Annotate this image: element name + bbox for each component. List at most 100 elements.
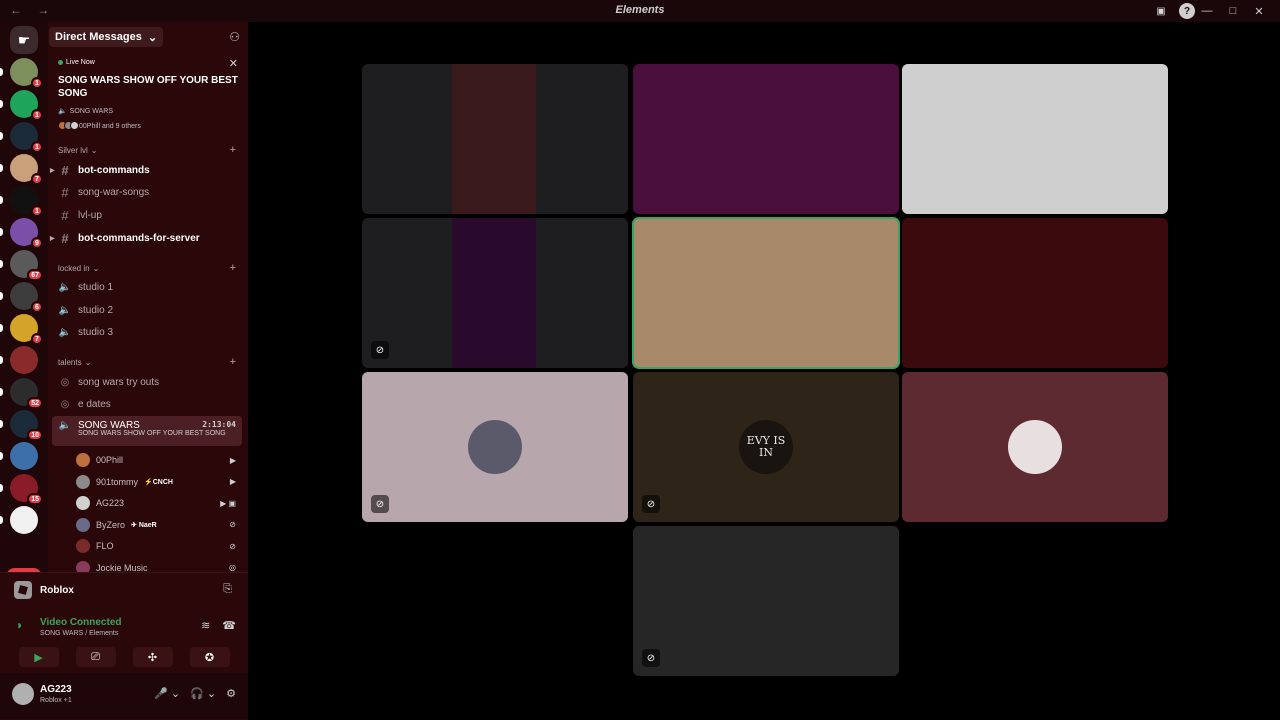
voice-status-icon: ▶	[229, 455, 236, 465]
add-channel-icon[interactable]: +	[230, 262, 236, 274]
speaker-icon: 🔈	[58, 326, 72, 338]
add-channel-icon[interactable]: +	[230, 356, 236, 368]
channel-e-dates[interactable]: ◎ e dates	[52, 394, 242, 414]
server-icon[interactable]: 1	[0, 90, 43, 121]
server-icon[interactable]	[0, 506, 38, 534]
channel-studio-2[interactable]: 🔈 studio 2	[52, 300, 242, 320]
video-feed	[452, 64, 536, 214]
live-dot-icon	[58, 60, 63, 65]
add-channel-icon[interactable]: +	[230, 144, 236, 156]
hash-icon: #	[61, 162, 69, 178]
server-icon[interactable]: 1	[0, 58, 43, 89]
speaker-icon: 🔈	[58, 304, 72, 316]
tile-8[interactable]: EVY IS IN ⊘	[633, 372, 899, 522]
channel-song-wars-try-outs[interactable]: ◎ song wars try outs	[52, 372, 242, 392]
tile-6[interactable]	[902, 218, 1168, 368]
category-talents[interactable]: talents ⌄	[58, 358, 91, 367]
activity-roblox[interactable]: Roblox	[14, 581, 74, 599]
server-icon[interactable]: 15	[0, 474, 43, 505]
unread-badge: 1	[31, 77, 43, 89]
user-tag: ✈ NaeR	[131, 521, 157, 529]
close-button[interactable]: ✕	[1246, 2, 1272, 20]
category-locked-in[interactable]: locked in ⌄	[58, 264, 99, 273]
server-icon[interactable]: 6	[0, 282, 43, 313]
channel-bot-commands[interactable]: ▶ # bot-commands	[50, 160, 242, 180]
channel-song-wars[interactable]: 🔈 SONG WARS SONG WARS SHOW OFF YOUR BEST …	[52, 416, 242, 446]
user-name[interactable]: AG223	[40, 684, 72, 695]
channel-studio-3[interactable]: 🔈 studio 3	[52, 322, 242, 342]
voice-user-name: FLO	[96, 541, 114, 551]
voice-user[interactable]: 00Phill ▶	[76, 451, 236, 469]
avatar	[76, 517, 90, 532]
screen-share-icon[interactable]: ⎘	[223, 583, 232, 596]
unread-badge: 52	[27, 397, 43, 409]
channel-bot-commands-for-server[interactable]: ▶ # bot-commands-for-server	[50, 228, 242, 248]
tile-1[interactable]	[362, 64, 628, 214]
muted-mic-icon: ⊘	[371, 341, 389, 359]
settings-gear-icon[interactable]: ⚙	[226, 687, 236, 700]
server-icon[interactable]	[0, 346, 38, 374]
server-icon[interactable]: 7	[0, 314, 43, 345]
inbox-icon[interactable]: ▣	[1153, 3, 1169, 19]
server-icon[interactable]: 9	[0, 218, 43, 249]
stream-title: SONG WARS SHOW OFF YOUR BEST SONG	[78, 430, 226, 437]
tile-2[interactable]	[633, 64, 899, 214]
hash-icon: #	[61, 230, 69, 246]
help-icon[interactable]: ?	[1179, 3, 1195, 19]
microphone-icon[interactable]: 🎤 ⌄	[154, 687, 180, 700]
channel-song-war-songs[interactable]: # song-war-songs	[52, 182, 242, 202]
category-silver[interactable]: Silver lvl ⌄	[58, 146, 97, 155]
tile-3[interactable]	[902, 64, 1168, 214]
dm-home-button[interactable]: ☛	[10, 26, 38, 54]
voice-status-icon: ▶	[229, 477, 236, 486]
direct-messages-button[interactable]: Direct Messages ⌄	[49, 27, 164, 47]
noise-suppression-icon[interactable]: ≋	[201, 619, 210, 632]
minimize-button[interactable]: —	[1194, 2, 1220, 20]
muted-mic-icon: ⊘	[642, 495, 660, 513]
speaker-icon: 🔈	[58, 420, 72, 431]
headphones-icon[interactable]: 🎧 ⌄	[190, 687, 216, 700]
user-panel: Roblox ⎘ ◗ Video Connected SONG WARS / E…	[0, 572, 248, 720]
tile-9[interactable]	[902, 372, 1168, 522]
voice-user[interactable]: Jockie Music ◎	[76, 559, 236, 572]
avatar[interactable]	[12, 683, 34, 705]
screen-share-button[interactable]: ⎚	[75, 647, 116, 667]
hash-icon: #	[61, 184, 69, 200]
live-now-card[interactable]: Live Now ✕ SONG WARS SHOW OFF YOUR BEST …	[48, 54, 248, 134]
server-icon[interactable]: 1	[0, 186, 43, 217]
server-icon[interactable]: 1	[0, 122, 43, 153]
roblox-icon	[14, 581, 32, 599]
server-icon[interactable]	[0, 442, 38, 470]
channel-studio-1[interactable]: 🔈 studio 1	[52, 277, 242, 297]
tile-4[interactable]: ⊘	[362, 218, 628, 368]
voice-user[interactable]: 901tommy ⚡CNCH ▶	[76, 473, 236, 491]
camera-button[interactable]: ▶	[18, 647, 59, 667]
voice-user[interactable]: AG223 ▶ ▣	[76, 494, 236, 512]
unread-badge: 10	[27, 429, 43, 441]
voice-status-icon: ⊘	[229, 541, 236, 551]
disconnect-icon[interactable]: ☎	[222, 619, 236, 632]
voice-user-name: 00Phill	[96, 455, 124, 465]
signal-icon[interactable]: ◗	[16, 618, 23, 632]
server-icon[interactable]: 10	[0, 410, 43, 441]
vc-location[interactable]: SONG WARS / Elements	[40, 630, 118, 637]
server-icon[interactable]: 52	[0, 378, 43, 409]
chevron-down-icon: ⌄	[147, 31, 158, 44]
tile-5[interactable]	[632, 217, 900, 369]
add-friend-icon[interactable]: ⚇	[229, 30, 240, 44]
muted-mic-icon: ⊘	[371, 495, 389, 513]
nav-arrows[interactable]: ← →	[10, 3, 55, 17]
server-icon[interactable]: 67	[0, 250, 43, 281]
activities-button[interactable]: ✣	[132, 647, 173, 667]
soundboard-button[interactable]: ✪	[189, 647, 230, 667]
close-icon[interactable]: ✕	[229, 57, 238, 70]
server-icon[interactable]: 7	[0, 154, 43, 185]
maximize-button[interactable]: □	[1220, 2, 1246, 20]
voice-user[interactable]: FLO ⊘	[76, 537, 236, 555]
user-status: Roblox +1	[40, 697, 72, 704]
channel-lvl-up[interactable]: # lvl-up	[52, 205, 242, 225]
voice-user[interactable]: ByZero ✈ NaeR ⊘	[76, 516, 236, 534]
vc-status: Video Connected	[40, 617, 122, 628]
tile-7[interactable]: ⊘	[362, 372, 628, 522]
tile-10[interactable]: ⊘	[633, 526, 899, 676]
